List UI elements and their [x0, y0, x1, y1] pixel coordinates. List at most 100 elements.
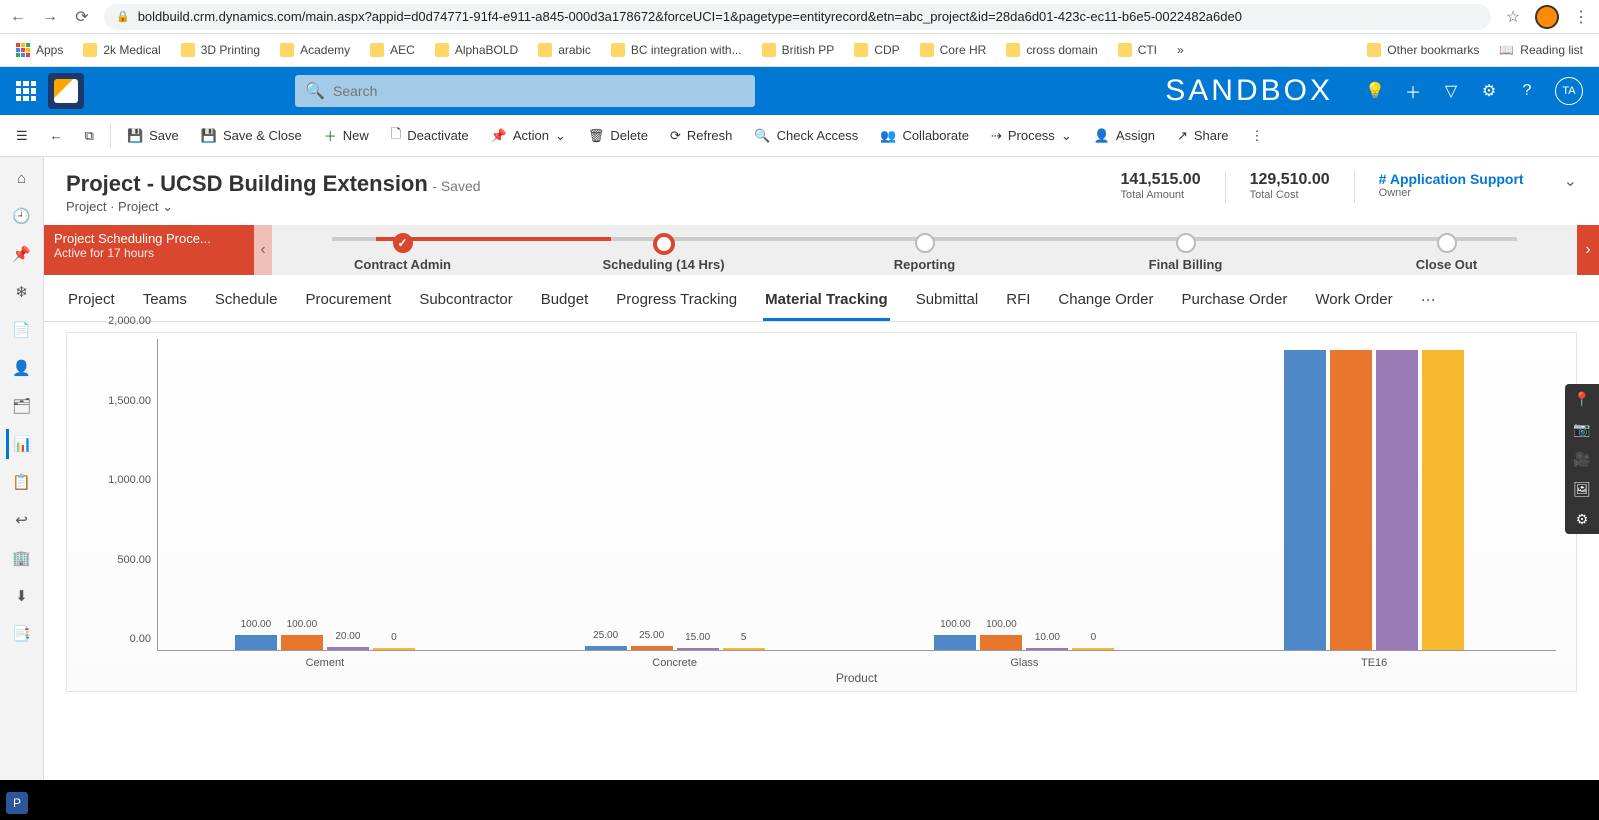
- tool-image-icon[interactable]: 🖼: [1565, 474, 1599, 504]
- bpf-prev-button[interactable]: ‹: [254, 225, 272, 275]
- kebab-icon[interactable]: ⋮: [1571, 7, 1591, 27]
- action-button[interactable]: 📌Action⌄: [481, 122, 576, 150]
- chart-bar[interactable]: 10.00: [1026, 648, 1068, 650]
- collaborate-button[interactable]: 👥Collaborate: [870, 122, 979, 150]
- chart-bar[interactable]: 15.00: [677, 648, 719, 650]
- tool-camera-icon[interactable]: 📷: [1565, 414, 1599, 444]
- rail-item-icon[interactable]: 📊: [6, 429, 38, 459]
- profile-avatar[interactable]: [1535, 5, 1559, 29]
- check-access-button[interactable]: 🔍Check Access: [744, 122, 868, 150]
- save-button[interactable]: 💾Save: [117, 122, 189, 150]
- reading-list[interactable]: 📖 Reading list: [1491, 39, 1591, 61]
- rail-item-icon[interactable]: 📑: [6, 619, 38, 649]
- hamburger-button[interactable]: ☰: [6, 122, 38, 150]
- chart-bar[interactable]: [1330, 350, 1372, 650]
- bpf-next-button[interactable]: ›: [1577, 225, 1599, 275]
- app-logo[interactable]: [48, 73, 84, 109]
- chart-bar[interactable]: 20.00: [327, 647, 369, 650]
- bookmark-item[interactable]: cross domain: [998, 39, 1105, 61]
- tab-progress-tracking[interactable]: Progress Tracking: [614, 281, 739, 321]
- filter-icon[interactable]: ▽: [1441, 81, 1461, 101]
- bookmark-item[interactable]: arabic: [530, 39, 599, 61]
- back-record-button[interactable]: ←: [40, 122, 73, 149]
- rail-item-icon[interactable]: 🏢: [6, 543, 38, 573]
- tab-material-tracking[interactable]: Material Tracking: [763, 281, 890, 321]
- search-input[interactable]: [333, 83, 745, 99]
- bookmark-item[interactable]: Academy: [272, 39, 358, 61]
- forward-button[interactable]: →: [40, 7, 60, 27]
- tab-change-order[interactable]: Change Order: [1056, 281, 1155, 321]
- new-button[interactable]: ＋New: [314, 120, 379, 151]
- app-launcher-icon[interactable]: [16, 81, 36, 101]
- other-bookmarks[interactable]: Other bookmarks: [1359, 39, 1487, 61]
- chevron-down-icon[interactable]: ⌄: [162, 199, 173, 214]
- chart-bar[interactable]: 5: [723, 648, 765, 650]
- tab-budget[interactable]: Budget: [539, 281, 591, 321]
- bookmark-item[interactable]: BC integration with...: [603, 39, 750, 61]
- help-icon[interactable]: ?: [1517, 81, 1537, 101]
- tab-rfi[interactable]: RFI: [1004, 281, 1032, 321]
- overflow-button[interactable]: ⋮: [1241, 122, 1274, 150]
- chart-bar[interactable]: 0: [373, 648, 415, 650]
- bookmark-item[interactable]: 2k Medical: [75, 39, 168, 61]
- reload-button[interactable]: ⟳: [72, 7, 92, 27]
- rail-item-icon[interactable]: 📄: [6, 315, 38, 345]
- back-button[interactable]: ←: [8, 7, 28, 27]
- bpf-stage[interactable]: Final Billing: [1055, 229, 1316, 272]
- address-bar[interactable]: 🔒 boldbuild.crm.dynamics.com/main.aspx?a…: [104, 4, 1491, 30]
- open-new-window-button[interactable]: ⧉: [75, 122, 104, 150]
- rail-item-icon[interactable]: ❄: [6, 277, 38, 307]
- chart-bar[interactable]: 100.00: [235, 635, 277, 650]
- bpf-stage[interactable]: Contract Admin: [272, 229, 533, 272]
- bookmark-item[interactable]: CTI: [1110, 39, 1165, 61]
- global-search[interactable]: 🔍: [295, 75, 755, 107]
- deactivate-button[interactable]: 🗋Deactivate: [381, 119, 479, 153]
- expand-header-button[interactable]: ⌄: [1564, 171, 1577, 191]
- lightbulb-icon[interactable]: 💡: [1365, 81, 1385, 101]
- save-close-button[interactable]: 💾Save & Close: [191, 122, 312, 150]
- refresh-button[interactable]: ⟳Refresh: [660, 122, 742, 150]
- rail-recent-icon[interactable]: 🕘: [6, 201, 38, 231]
- bookmark-item[interactable]: CDP: [846, 39, 907, 61]
- tool-gear-icon[interactable]: ⚙: [1565, 504, 1599, 534]
- share-button[interactable]: ↗Share: [1167, 122, 1239, 150]
- assign-button[interactable]: 👤Assign: [1084, 122, 1165, 150]
- bookmark-item[interactable]: 3D Printing: [173, 39, 268, 61]
- delete-button[interactable]: 🗑Delete: [578, 122, 658, 150]
- chart-bar[interactable]: [1284, 350, 1326, 650]
- bookmarks-overflow[interactable]: »: [1169, 39, 1192, 61]
- bookmark-item[interactable]: AlphaBOLD: [427, 39, 526, 61]
- tab-procurement[interactable]: Procurement: [303, 281, 393, 321]
- tool-pin-icon[interactable]: 📍: [1565, 384, 1599, 414]
- bookmark-item[interactable]: Core HR: [912, 39, 995, 61]
- tab-schedule[interactable]: Schedule: [213, 281, 280, 321]
- rail-pinned-icon[interactable]: 📌: [6, 239, 38, 269]
- add-icon[interactable]: ＋: [1403, 81, 1423, 101]
- chart-bar[interactable]: 100.00: [934, 635, 976, 650]
- bookmark-item[interactable]: AEC: [362, 39, 423, 61]
- rail-item-icon[interactable]: 🗂: [6, 391, 38, 421]
- chart-bar[interactable]: 100.00: [281, 635, 323, 650]
- chart-bar[interactable]: [1422, 350, 1464, 650]
- process-button[interactable]: ⇢Process⌄: [981, 122, 1082, 150]
- tab-submittal[interactable]: Submittal: [914, 281, 981, 321]
- kpi-owner[interactable]: # Application SupportOwner: [1379, 171, 1524, 199]
- bpf-stage[interactable]: Close Out: [1316, 229, 1577, 272]
- rail-item-icon[interactable]: ↩: [6, 505, 38, 535]
- rail-item-icon[interactable]: ⬇: [6, 581, 38, 611]
- bookmark-item[interactable]: British PP: [754, 39, 843, 61]
- rail-item-icon[interactable]: 👤: [6, 353, 38, 383]
- tab-overflow[interactable]: ···: [1419, 281, 1438, 321]
- chart-bar[interactable]: 25.00: [585, 646, 627, 650]
- chart-bar[interactable]: 25.00: [631, 646, 673, 650]
- tab-purchase-order[interactable]: Purchase Order: [1179, 281, 1289, 321]
- chart-bar[interactable]: 0: [1072, 648, 1114, 650]
- chart-bar[interactable]: 100.00: [980, 635, 1022, 650]
- tab-subcontractor[interactable]: Subcontractor: [417, 281, 514, 321]
- settings-icon[interactable]: ⚙: [1479, 81, 1499, 101]
- taskbar-badge[interactable]: P: [6, 792, 28, 814]
- bpf-active-flag[interactable]: Project Scheduling Proce... Active for 1…: [44, 225, 254, 275]
- tool-video-icon[interactable]: 🎥: [1565, 444, 1599, 474]
- chart-bar[interactable]: [1376, 350, 1418, 650]
- rail-home-icon[interactable]: ⌂: [6, 163, 38, 193]
